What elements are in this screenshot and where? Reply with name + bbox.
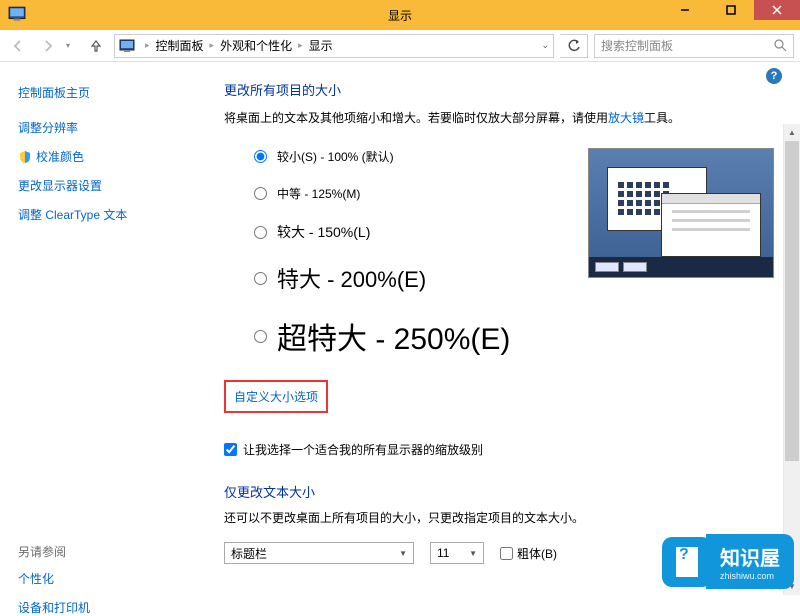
sidebar: 控制面板主页 调整分辨率 校准颜色 更改显示器设置 调整 ClearType 文… [0, 62, 206, 595]
chevron-down-icon: ▼ [469, 549, 477, 558]
custom-size-link[interactable]: 自定义大小选项 [234, 390, 318, 404]
scale-radio[interactable] [254, 330, 267, 343]
breadcrumb-item[interactable]: 显示 [307, 37, 335, 54]
watermark-title: 知识屋 [720, 542, 780, 571]
scroll-up-button[interactable]: ▲ [784, 124, 800, 141]
all-displays-label: 让我选择一个适合我的所有显示器的缩放级别 [243, 441, 483, 458]
scale-radio[interactable] [254, 226, 267, 239]
preview-image [588, 148, 774, 278]
scale-option-100[interactable]: 较小(S) - 100% (默认) [254, 148, 588, 165]
sidebar-link-display-settings[interactable]: 更改显示器设置 [18, 177, 196, 194]
window-title: 显示 [388, 7, 412, 24]
breadcrumb-item[interactable]: 外观和个性化 [218, 37, 294, 54]
vertical-scrollbar[interactable]: ▲ ▼ [783, 124, 800, 595]
scale-option-150[interactable]: 较大 - 150%(L) [254, 222, 588, 242]
item-dropdown[interactable]: 标题栏▼ [224, 542, 414, 564]
breadcrumb-item[interactable]: 控制面板 [154, 37, 206, 54]
scale-option-200[interactable]: 特大 - 200%(E) [254, 262, 588, 294]
sidebar-link-resolution[interactable]: 调整分辨率 [18, 119, 196, 136]
maximize-button[interactable] [708, 0, 754, 20]
scale-option-125[interactable]: 中等 - 125%(M) [254, 185, 588, 202]
breadcrumb-dropdown-icon[interactable]: ⌄ [541, 40, 549, 51]
search-placeholder: 搜索控制面板 [601, 37, 673, 54]
main-content: 更改所有项目的大小 将桌面上的文本及其他项缩小和增大。若要临时仅放大部分屏幕，请… [206, 62, 800, 595]
shield-icon [18, 150, 32, 164]
scale-radio[interactable] [254, 150, 267, 163]
close-button[interactable] [754, 0, 800, 20]
breadcrumb[interactable]: ▸ 控制面板 ▸ 外观和个性化 ▸ 显示 ⌄ [114, 34, 554, 58]
refresh-button[interactable] [560, 34, 588, 58]
magnifier-link[interactable]: 放大镜 [608, 111, 644, 125]
scale-option-250[interactable]: 超特大 - 250%(E) [254, 314, 588, 358]
all-displays-checkbox[interactable] [224, 443, 237, 456]
control-panel-home-link[interactable]: 控制面板主页 [18, 84, 196, 101]
search-input[interactable]: 搜索控制面板 [594, 34, 794, 58]
sidebar-link-personalization[interactable]: 个性化 [18, 570, 196, 587]
watermark: ? 知识屋zhishiwu.com [662, 534, 794, 589]
see-also-heading: 另请参阅 [18, 543, 196, 560]
size-dropdown[interactable]: 11▼ [430, 542, 484, 564]
search-icon [774, 39, 787, 52]
text-only-heading: 仅更改文本大小 [224, 482, 778, 501]
scale-radio[interactable] [254, 272, 267, 285]
bold-checkbox[interactable] [500, 547, 513, 560]
sidebar-link-cleartype[interactable]: 调整 ClearType 文本 [18, 206, 196, 223]
scale-options: 较小(S) - 100% (默认) 中等 - 125%(M) 较大 - 150%… [224, 148, 588, 378]
bold-checkbox-row[interactable]: 粗体(B) [500, 545, 557, 562]
app-icon [8, 5, 28, 25]
window-titlebar: 显示 [0, 0, 800, 30]
sidebar-link-calibrate[interactable]: 校准颜色 [18, 148, 196, 165]
navigation-bar: ▾ ▸ 控制面板 ▸ 外观和个性化 ▸ 显示 ⌄ 搜索控制面板 [0, 30, 800, 62]
up-button[interactable] [84, 34, 108, 58]
back-button[interactable] [6, 34, 30, 58]
watermark-url: zhishiwu.com [720, 571, 780, 581]
history-dropdown[interactable]: ▾ [66, 41, 78, 50]
chevron-down-icon: ▼ [399, 549, 407, 558]
scroll-thumb[interactable] [785, 141, 799, 461]
watermark-badge: ? [662, 537, 712, 587]
control-panel-icon [119, 38, 135, 54]
page-heading: 更改所有项目的大小 [224, 80, 778, 99]
sidebar-link-devices[interactable]: 设备和打印机 [18, 599, 196, 616]
custom-size-highlight: 自定义大小选项 [224, 380, 328, 413]
minimize-button[interactable] [662, 0, 708, 20]
forward-button[interactable] [36, 34, 60, 58]
page-description: 将桌面上的文本及其他项缩小和增大。若要临时仅放大部分屏幕，请使用放大镜工具。 [224, 109, 778, 126]
text-only-description: 还可以不更改桌面上所有项目的大小，只更改指定项目的文本大小。 [224, 509, 778, 526]
scale-radio[interactable] [254, 187, 267, 200]
